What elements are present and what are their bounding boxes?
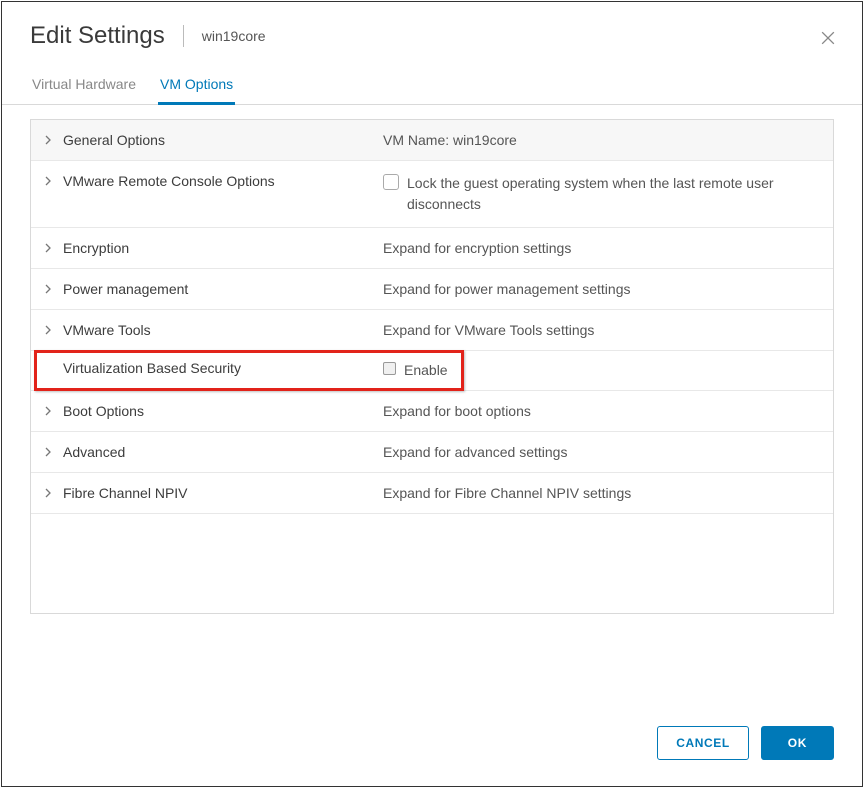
row-remote-console[interactable]: VMware Remote Console Options Lock the g… [31, 161, 833, 228]
dialog-title: Edit Settings [30, 22, 165, 50]
row-label: Virtualization Based Security [63, 360, 241, 376]
dialog-subtitle: win19core [202, 28, 266, 44]
dialog-body: General Options VM Name: win19core VMwar… [2, 105, 862, 710]
row-label: Power management [63, 281, 188, 297]
row-value: Expand for power management settings [383, 281, 817, 297]
tab-vm-options[interactable]: VM Options [158, 66, 235, 104]
row-value: Lock the guest operating system when the… [383, 173, 817, 215]
lock-guest-label: Lock the guest operating system when the… [407, 173, 817, 215]
row-label: Encryption [63, 240, 129, 256]
row-general-options[interactable]: General Options VM Name: win19core [31, 120, 833, 161]
lock-guest-checkbox[interactable] [383, 174, 399, 190]
chevron-right-icon[interactable] [43, 243, 53, 253]
row-value: Expand for Fibre Channel NPIV settings [383, 485, 817, 501]
row-value: Expand for advanced settings [383, 444, 817, 460]
tabs: Virtual Hardware VM Options [2, 66, 862, 105]
row-value: VM Name: win19core [383, 132, 817, 148]
vbs-enable-checkbox[interactable] [383, 362, 396, 375]
row-label: Boot Options [63, 403, 144, 419]
row-power-management[interactable]: Power management Expand for power manage… [31, 269, 833, 310]
row-label: Fibre Channel NPIV [63, 485, 188, 501]
row-value: Enable [383, 360, 817, 381]
chevron-right-icon[interactable] [43, 176, 53, 186]
row-vmware-tools[interactable]: VMware Tools Expand for VMware Tools set… [31, 310, 833, 351]
dialog-header: Edit Settings win19core [2, 2, 862, 60]
ok-button[interactable]: OK [761, 726, 834, 760]
chevron-right-icon[interactable] [43, 406, 53, 416]
row-virtualization-based-security: Virtualization Based Security Enable [31, 351, 833, 391]
options-grid: General Options VM Name: win19core VMwar… [30, 119, 834, 614]
row-fibre-channel-npiv[interactable]: Fibre Channel NPIV Expand for Fibre Chan… [31, 473, 833, 514]
row-value: Expand for encryption settings [383, 240, 817, 256]
header-divider [183, 25, 184, 47]
cancel-button[interactable]: Cancel [657, 726, 749, 760]
chevron-right-icon[interactable] [43, 325, 53, 335]
chevron-right-icon[interactable] [43, 135, 53, 145]
tab-virtual-hardware[interactable]: Virtual Hardware [30, 66, 138, 104]
chevron-right-icon[interactable] [43, 447, 53, 457]
vbs-enable-label: Enable [404, 360, 448, 381]
row-label: VMware Tools [63, 322, 151, 338]
close-icon[interactable] [818, 28, 838, 48]
row-value: Expand for VMware Tools settings [383, 322, 817, 338]
chevron-right-icon[interactable] [43, 284, 53, 294]
row-label: VMware Remote Console Options [63, 173, 275, 189]
row-label: General Options [63, 132, 165, 148]
row-value: Expand for boot options [383, 403, 817, 419]
edit-settings-dialog: Edit Settings win19core Virtual Hardware… [1, 1, 863, 787]
chevron-right-icon[interactable] [43, 488, 53, 498]
row-encryption[interactable]: Encryption Expand for encryption setting… [31, 228, 833, 269]
row-advanced[interactable]: Advanced Expand for advanced settings [31, 432, 833, 473]
chevron-placeholder [43, 363, 53, 373]
row-label: Advanced [63, 444, 125, 460]
dialog-footer: Cancel OK [2, 710, 862, 786]
row-boot-options[interactable]: Boot Options Expand for boot options [31, 391, 833, 432]
